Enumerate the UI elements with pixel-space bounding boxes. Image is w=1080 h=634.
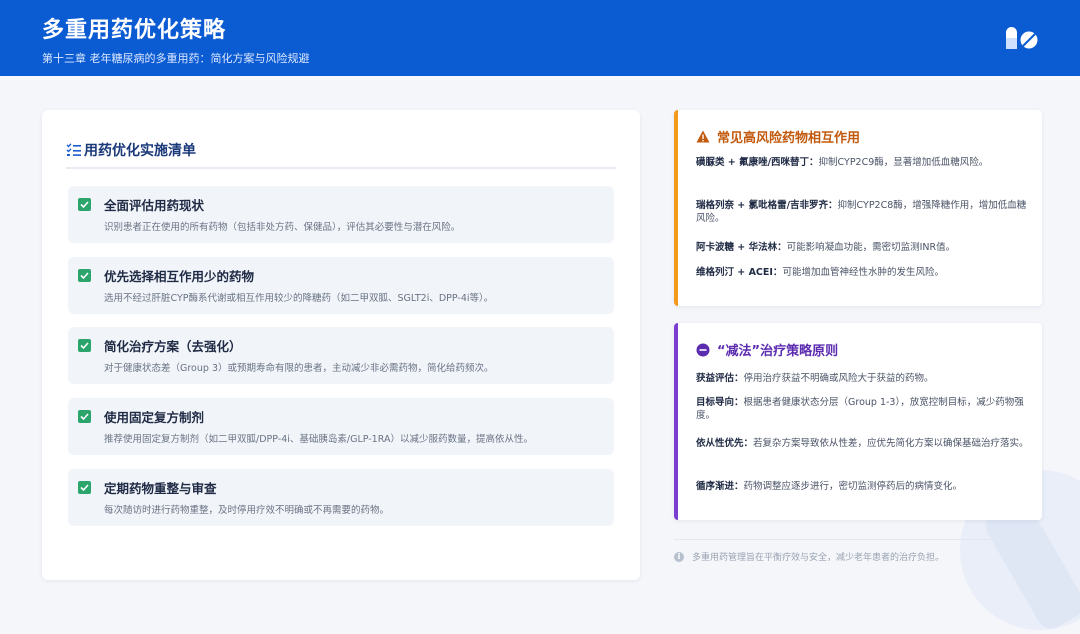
interactions-card: 常见高风险药物相互作用 磺脲类 + 氟康唑/西咪替丁：抑制CYP2C9酶，显著增… — [674, 110, 1042, 306]
warning-icon — [696, 130, 710, 143]
page-subtitle: 第十三章 老年糖尿病的多重用药：简化方案与风险规避 — [42, 52, 310, 65]
minus-circle-icon — [696, 343, 710, 356]
interactions-title: 常见高风险药物相互作用 — [717, 131, 861, 146]
interaction-item: 维格列汀 + ACEI：可能增加血管神经性水肿的发生风险。 — [696, 267, 944, 278]
checklist-item: 简化治疗方案（去强化） 对于健康状态差（Group 3）或预期寿命有限的患者，主… — [68, 327, 614, 384]
checkbox-checked-icon — [78, 269, 91, 282]
checklist-item-desc: 每次随访时进行药物重整，及时停用疗效不明确或不再需要的药物。 — [104, 505, 390, 516]
interactions-header: 常见高风险药物相互作用 — [696, 127, 860, 146]
strategy-item: 依从性优先：若复杂方案导致依从性差，应优先简化方案以确保基础治疗落实。 — [696, 438, 1029, 449]
checklist-icon — [66, 143, 81, 156]
header-bar: 多重用药优化策略 第十三章 老年糖尿病的多重用药：简化方案与风险规避 — [0, 0, 1080, 76]
checklist-title: 用药优化实施清单 — [84, 143, 196, 159]
checklist-item: 使用固定复方制剂 推荐使用固定复方制剂（如二甲双胍/DPP-4i、基础胰岛素/G… — [68, 398, 614, 455]
checklist-item-desc: 识别患者正在使用的所有药物（包括非处方药、保健品），评估其必要性与潜在风险。 — [104, 222, 461, 233]
checklist-item-title: 定期药物重整与审查 — [104, 481, 217, 496]
strategy-item: 获益评估：停用治疗获益不明确或风险大于获益的药物。 — [696, 373, 934, 384]
checklist-item-title: 简化治疗方案（去强化） — [104, 339, 242, 354]
footnote-text: 多重用药管理旨在平衡疗效与安全，减少老年患者的治疗负担。 — [692, 553, 945, 563]
checklist-header: 用药优化实施清单 — [66, 140, 616, 169]
info-icon: i — [674, 551, 684, 562]
interaction-item: 阿卡波糖 + 华法林：可能影响凝血功能，需密切监测INR值。 — [696, 242, 956, 253]
checklist-item: 全面评估用药现状 识别患者正在使用的所有药物（包括非处方药、保健品），评估其必要… — [68, 186, 614, 243]
checklist-item-title: 使用固定复方制剂 — [104, 410, 205, 425]
pills-icon — [1006, 27, 1038, 49]
strategy-header: “减法”治疗策略原则 — [696, 340, 838, 359]
checklist-item-desc: 推荐使用固定复方制剂（如二甲双胍/DPP-4i、基础胰岛素/GLP-1RA）以减… — [104, 434, 533, 445]
checklist-card: 用药优化实施清单 全面评估用药现状 识别患者正在使用的所有药物（包括非处方药、保… — [42, 110, 640, 580]
checklist-item-title: 优先选择相互作用少的药物 — [104, 269, 255, 284]
strategy-item: 循序渐进：药物调整应逐步进行，密切监测停药后的病情变化。 — [696, 481, 963, 492]
interaction-item: 磺脲类 + 氟康唑/西咪替丁：抑制CYP2C9酶，显著增加低血糖风险。 — [696, 157, 989, 168]
checkbox-checked-icon — [78, 339, 91, 352]
footnote: i 多重用药管理旨在平衡疗效与安全，减少老年患者的治疗负担。 — [674, 539, 1036, 563]
checklist-item: 优先选择相互作用少的药物 选用不经过肝脏CYP酶系代谢或相互作用较少的降糖药（如… — [68, 257, 614, 314]
checkbox-checked-icon — [78, 410, 91, 423]
strategy-card: “减法”治疗策略原则 获益评估：停用治疗获益不明确或风险大于获益的药物。 目标导… — [674, 323, 1042, 520]
strategy-title: “减法”治疗策略原则 — [717, 344, 839, 359]
checkbox-checked-icon — [78, 198, 91, 211]
page-title: 多重用药优化策略 — [42, 18, 227, 43]
checklist-item-desc: 选用不经过肝脏CYP酶系代谢或相互作用较少的降糖药（如二甲双胍、SGLT2i、D… — [104, 293, 494, 304]
interaction-item: 瑞格列奈 + 氯吡格雷/吉非罗齐：抑制CYP2C8酶，增强降糖作用，增加低血糖风… — [696, 200, 1027, 224]
checklist-item-title: 全面评估用药现状 — [104, 198, 205, 213]
checkbox-checked-icon — [78, 481, 91, 494]
checklist-item: 定期药物重整与审查 每次随访时进行药物重整，及时停用疗效不明确或不再需要的药物。 — [68, 469, 614, 526]
strategy-item: 目标导向：根据患者健康状态分层（Group 1-3），放宽控制目标，减少药物强度… — [696, 397, 1024, 421]
checklist-item-desc: 对于健康状态差（Group 3）或预期寿命有限的患者，主动减少非必需药物，简化给… — [104, 363, 494, 374]
